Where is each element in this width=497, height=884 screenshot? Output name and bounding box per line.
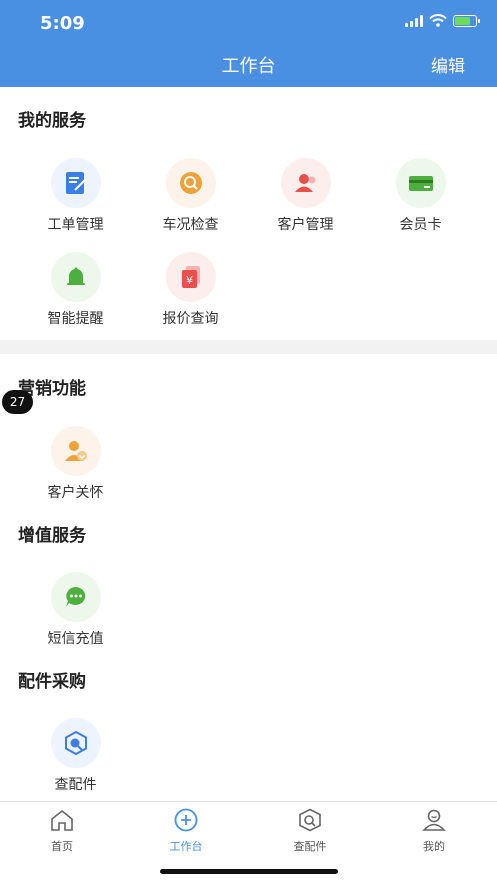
tile-price-query[interactable]: ¥ 报价查询 xyxy=(133,252,248,328)
tab-parts[interactable]: 查配件 xyxy=(248,808,372,854)
tab-label: 首页 xyxy=(51,840,73,853)
tile-label: 报价查询 xyxy=(162,311,219,327)
tile-member-card[interactable]: 会员卡 xyxy=(363,158,478,234)
tile-label: 工单管理 xyxy=(47,217,104,233)
svg-text:¥: ¥ xyxy=(186,274,193,287)
parts-icon xyxy=(299,808,321,832)
bell-icon xyxy=(50,252,101,302)
tile-label: 会员卡 xyxy=(399,217,442,233)
tile-label: 短信充值 xyxy=(47,631,104,647)
tile-smart-reminder[interactable]: 智能提醒 xyxy=(18,252,133,328)
section-title-my-services: 我的服务 xyxy=(18,111,86,131)
section-title-value-added: 增值服务 xyxy=(18,526,86,546)
tab-label: 查配件 xyxy=(293,840,327,853)
home-icon xyxy=(51,809,73,831)
tile-label: 客户管理 xyxy=(277,217,334,233)
profile-icon xyxy=(422,809,446,831)
sms-icon xyxy=(50,572,101,622)
app-header: 5:09 工作台 编辑 xyxy=(0,0,497,87)
tab-label: 工作台 xyxy=(169,840,203,853)
home-indicator xyxy=(160,869,338,874)
signal-icon xyxy=(405,14,423,27)
work-order-icon xyxy=(50,158,101,208)
price-query-icon: ¥ xyxy=(165,252,216,302)
tile-label: 车况检查 xyxy=(162,217,219,233)
tile-work-order[interactable]: 工单管理 xyxy=(18,158,133,234)
tab-home[interactable]: 首页 xyxy=(0,808,124,854)
tab-workbench[interactable]: 工作台 xyxy=(124,808,248,854)
tile-car-inspection[interactable]: 车况检查 xyxy=(133,158,248,234)
tile-label: 智能提醒 xyxy=(47,311,104,327)
tile-parts-search[interactable]: 查配件 xyxy=(18,718,133,794)
car-inspection-icon xyxy=(165,158,216,208)
section-divider xyxy=(0,340,497,354)
workbench-icon xyxy=(174,808,198,832)
status-icons xyxy=(405,14,480,27)
tile-customer-management[interactable]: 客户管理 xyxy=(248,158,363,234)
wifi-icon xyxy=(429,14,447,27)
status-time: 5:09 xyxy=(40,13,85,34)
battery-icon xyxy=(453,14,480,27)
section-title-parts: 配件采购 xyxy=(18,672,86,692)
tile-label: 客户关怀 xyxy=(47,485,104,501)
customer-care-icon xyxy=(50,426,101,476)
tab-profile[interactable]: 我的 xyxy=(372,808,496,854)
count-badge: 27 xyxy=(2,390,33,414)
parts-search-icon xyxy=(50,718,101,768)
page-title: 工作台 xyxy=(221,56,276,77)
tab-label: 我的 xyxy=(423,840,445,853)
member-card-icon xyxy=(395,158,446,208)
customer-management-icon xyxy=(280,158,331,208)
edit-button[interactable]: 编辑 xyxy=(431,52,465,77)
tile-label: 查配件 xyxy=(54,777,97,793)
tile-customer-care[interactable]: 客户关怀 xyxy=(18,426,133,502)
tile-sms-recharge[interactable]: 短信充值 xyxy=(18,572,133,648)
